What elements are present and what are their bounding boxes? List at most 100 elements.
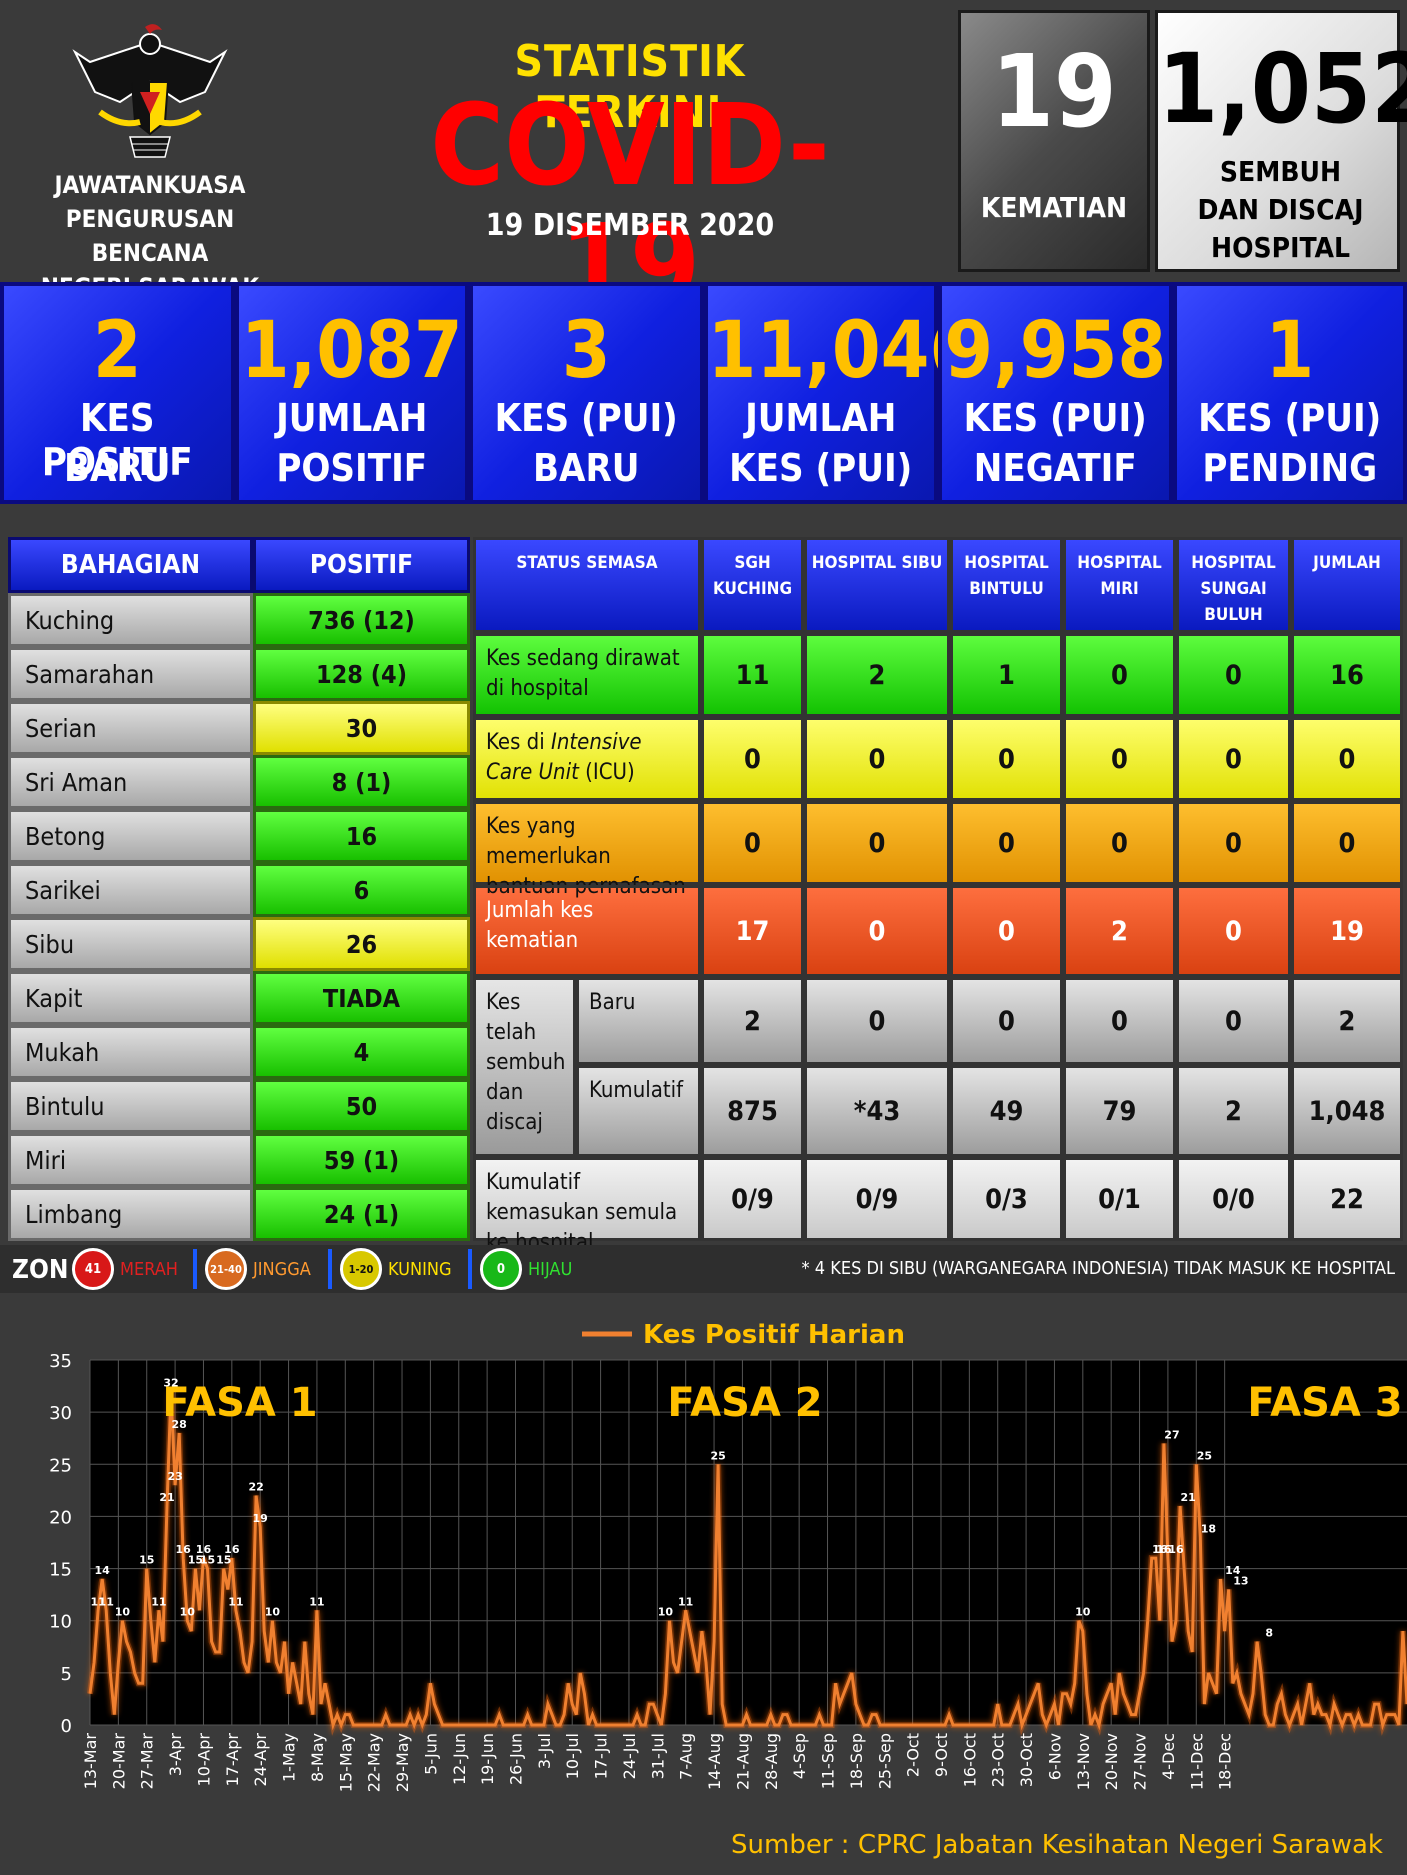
stat-value: 1: [1265, 306, 1315, 396]
x-tick-label: 25-Sep: [875, 1733, 894, 1789]
division-name: Sri Aman: [8, 755, 253, 809]
status-cell: 2: [701, 977, 804, 1065]
discharged-box: 1,052 SEMBUH DAN DISCAJ HOSPITAL: [1155, 10, 1407, 272]
status-cell: 0/3: [950, 1157, 1063, 1241]
x-axis: 13-Mar 20-Mar 27-Mar 3-Apr 10-Apr 17-Apr 24-Ap…: [81, 1733, 1235, 1793]
legend-label: Kes Positif Harian: [643, 1320, 905, 1350]
zone-separator: [193, 1249, 197, 1289]
x-tick-label: 10-Apr: [194, 1733, 213, 1787]
division-name: Samarahan: [8, 647, 253, 701]
data-label: 15: [139, 1554, 154, 1567]
status-cell: 22: [1291, 1157, 1403, 1241]
stat-card-negative-pui: 9,958 KES (PUI) NEGATIF: [938, 282, 1173, 504]
status-row-recovered-cumulative: Kumulatif 875 *43 49 79 2 1,048: [576, 1065, 1403, 1157]
division-name: Sarikei: [8, 863, 253, 917]
discharged-value: 1,052: [1158, 33, 1407, 145]
data-label: 25: [1197, 1449, 1212, 1462]
status-row-label: Kumulatif kemasukan semula ke hospital: [473, 1157, 701, 1255]
stat-label-line-1: KES (PUI): [494, 396, 678, 440]
division-positive-count: 8 (1): [253, 755, 470, 809]
stat-card-new-pui: 3 KES (PUI) BARU: [469, 282, 704, 504]
zone-red: 41 MERAH: [72, 1248, 178, 1290]
x-tick-label: 4-Dec: [1159, 1733, 1178, 1780]
status-cell: 0: [804, 977, 950, 1065]
x-tick-label: 14-Aug: [705, 1733, 724, 1790]
stat-card-total-pui: 11,046 JUMLAH KES (PUI): [703, 282, 979, 504]
status-cell: 0/9: [804, 1157, 950, 1241]
x-tick-label: 27-Mar: [138, 1733, 157, 1790]
status-cell: 0: [701, 801, 804, 885]
stat-label-line-2: NEGATIF: [973, 446, 1137, 490]
stat-card-total-positive: 1,087 JUMLAH POSITIF: [234, 282, 469, 504]
zone-green: 0 HIJAU: [480, 1248, 572, 1290]
icu-label-suffix: (ICU): [578, 760, 635, 785]
x-tick-label: 11-Dec: [1187, 1733, 1206, 1790]
data-label: 13: [1233, 1574, 1248, 1587]
division-row: Sarikei 6: [8, 863, 470, 917]
stat-value: 3: [561, 306, 611, 396]
data-label: 11: [151, 1595, 166, 1608]
report-date: 19 DISEMBER 2020: [485, 208, 775, 243]
zone-red-label: MERAH: [120, 1258, 178, 1280]
x-tick-label: 19-Jun: [478, 1733, 497, 1785]
x-tick-label: 26-Jun: [506, 1733, 525, 1785]
division-row: Limbang 24 (1): [8, 1187, 470, 1241]
division-row: Miri 59 (1): [8, 1133, 470, 1187]
status-cell: *43: [804, 1065, 950, 1157]
status-cell: 0: [804, 801, 950, 885]
deaths-box: 19 KEMATIAN: [958, 10, 1150, 272]
division-row: Bintulu 50: [8, 1079, 470, 1133]
org-line-2: PENGURUSAN BENCANA: [65, 205, 235, 267]
status-cell: 0: [1176, 885, 1291, 977]
status-cell: 0: [1063, 717, 1176, 801]
zone-red-circle: 41: [72, 1248, 114, 1290]
division-name: Betong: [8, 809, 253, 863]
status-cell: 0: [950, 801, 1063, 885]
stat-label-line-1: KES (PUI): [1198, 396, 1382, 440]
column-header-division: BAHAGIAN: [8, 537, 253, 593]
status-row-label: Kes di Intensive Care Unit (ICU): [473, 717, 701, 801]
recovered-subrows: Baru 2 0 0 0 0 2 Kumulatif 875 *43 49 79…: [576, 977, 1403, 1157]
x-tick-label: 7-Aug: [677, 1733, 696, 1780]
chart-legend: Kes Positif Harian: [582, 1320, 905, 1350]
status-cell: 2: [804, 633, 950, 717]
y-tick-label: 20: [49, 1507, 72, 1528]
status-row-ventilator: Kes yang memerlukan bantuan pernafasan 0…: [473, 801, 1403, 899]
zone-orange-label: JINGGA: [253, 1258, 311, 1280]
data-label: 10: [265, 1606, 281, 1619]
data-label: 11: [309, 1595, 324, 1608]
zone-yellow: 1-20 KUNING: [340, 1248, 452, 1290]
status-cell: 11: [701, 633, 804, 717]
division-positive-count: 24 (1): [253, 1187, 470, 1241]
status-cell: 0: [950, 717, 1063, 801]
division-positive-count: 30: [253, 701, 470, 755]
status-cell: 49: [950, 1065, 1063, 1157]
division-row: Mukah 4: [8, 1025, 470, 1079]
data-label: 11: [228, 1595, 243, 1608]
x-tick-label: 5-Jun: [421, 1733, 440, 1775]
x-tick-label: 18-Dec: [1216, 1733, 1235, 1790]
division-row: Sibu 26: [8, 917, 470, 971]
x-tick-label: 23-Oct: [989, 1733, 1008, 1787]
recovered-cumulative-label: Kumulatif: [576, 1065, 701, 1157]
stat-value: 11,046: [707, 306, 979, 396]
status-cell: 0/9: [701, 1157, 804, 1241]
recovered-label: Kes telah sembuh dan discaj: [473, 977, 576, 1157]
data-label: 10: [180, 1606, 196, 1619]
discharged-label-line-3: HOSPITAL: [1210, 231, 1350, 264]
division-positive-count: 50: [253, 1079, 470, 1133]
column-header-hospital-sungai-buluh: HOSPITAL SUNGAI BULUH: [1176, 537, 1291, 633]
data-label: 22: [248, 1481, 263, 1494]
zone-legend: ZON 41 MERAH 21-40 JINGGA 1-20 KUNING 0 …: [0, 1245, 1407, 1293]
x-tick-label: 31-Jul: [648, 1733, 667, 1779]
y-tick-label: 15: [49, 1560, 72, 1581]
x-tick-label: 22-May: [365, 1733, 384, 1792]
x-tick-label: 11-Sep: [819, 1733, 838, 1789]
x-tick-label: 29-May: [393, 1733, 412, 1792]
x-tick-label: 18-Sep: [847, 1733, 866, 1789]
status-cell: 0: [950, 977, 1063, 1065]
x-tick-label: 27-Nov: [1131, 1733, 1150, 1790]
division-row: Sri Aman 8 (1): [8, 755, 470, 809]
status-cell: 79: [1063, 1065, 1176, 1157]
division-row: Kuching 736 (12): [8, 593, 470, 647]
